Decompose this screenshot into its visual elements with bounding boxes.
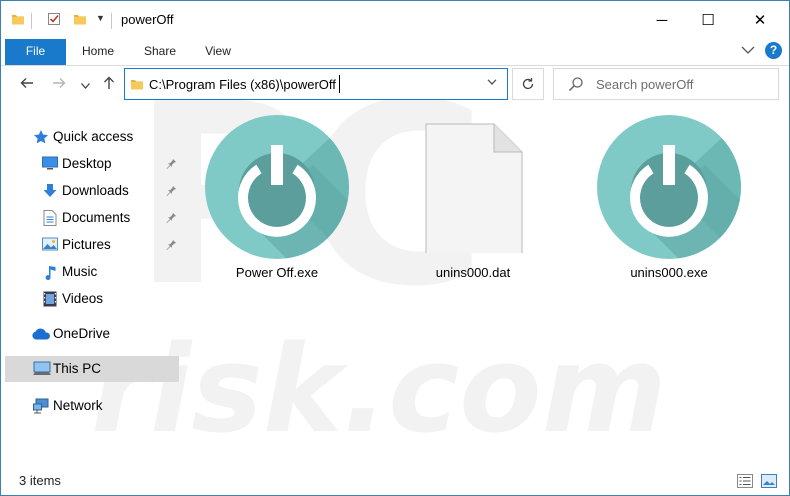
forward-button[interactable] <box>47 74 71 98</box>
chevron-down-icon <box>80 83 90 89</box>
help-button[interactable]: ? <box>765 42 782 59</box>
minimize-button[interactable]: ─ <box>639 1 685 39</box>
recent-locations-button[interactable] <box>77 74 93 98</box>
nav-label: Pictures <box>62 237 111 252</box>
nav-item-onedrive[interactable]: OneDrive <box>5 322 179 346</box>
tab-file[interactable]: File <box>5 39 66 65</box>
item-count: 3 items <box>19 473 61 488</box>
back-arrow-icon <box>20 78 33 88</box>
tab-share[interactable]: Share <box>133 39 187 65</box>
file-item-power-off-exe[interactable]: Power Off.exe <box>202 115 352 285</box>
blank-file-icon <box>425 123 523 253</box>
expand-ribbon-icon[interactable] <box>741 43 755 58</box>
large-icons-view-icon[interactable] <box>761 474 777 488</box>
text-caret <box>339 75 340 93</box>
nav-item-this-pc[interactable]: This PC <box>5 356 179 382</box>
music-icon <box>44 264 58 283</box>
address-dropdown-icon[interactable] <box>487 76 497 88</box>
computer-icon <box>33 361 51 379</box>
title-bar: ▼ powerOff ─ ☐ ✕ <box>1 1 789 39</box>
nav-item-quick-access[interactable]: Quick access <box>5 125 179 149</box>
pin-icon[interactable] <box>165 157 177 172</box>
folder-icon <box>11 12 25 29</box>
search-icon <box>568 76 584 95</box>
document-icon <box>43 210 57 229</box>
search-box[interactable] <box>553 68 779 100</box>
refresh-button[interactable] <box>512 68 544 100</box>
title-separator <box>111 13 112 29</box>
explorer-window: PC risk.com ▼ powerOff ─ ☐ ✕ File Home S… <box>0 0 790 496</box>
new-folder-icon[interactable] <box>73 12 87 29</box>
file-name: unins000.dat <box>435 265 511 280</box>
pictures-icon <box>42 237 58 254</box>
search-input[interactable] <box>596 75 766 93</box>
forward-arrow-icon <box>53 78 66 88</box>
back-button[interactable] <box>15 74 39 98</box>
nav-item-documents[interactable]: Documents <box>5 206 179 230</box>
nav-label: OneDrive <box>53 326 111 341</box>
ribbon-tabs: File Home Share View ? <box>1 39 789 66</box>
nav-item-downloads[interactable]: Downloads <box>5 179 179 203</box>
nav-label: Documents <box>62 210 131 225</box>
refresh-icon <box>522 78 534 90</box>
pin-icon[interactable] <box>165 184 177 199</box>
nav-label: Music <box>62 264 98 279</box>
up-arrow-icon <box>104 76 114 89</box>
power-icon <box>597 115 741 259</box>
file-item-unins000-exe[interactable]: unins000.exe <box>594 115 744 285</box>
video-icon <box>43 291 57 310</box>
nav-label: Videos <box>62 291 104 306</box>
file-item-unins000-dat[interactable]: unins000.dat <box>398 115 548 285</box>
folder-icon <box>130 77 144 94</box>
desktop-icon <box>42 156 58 173</box>
nav-item-desktop[interactable]: Desktop <box>5 152 179 176</box>
details-view-icon[interactable] <box>737 474 753 488</box>
nav-label: This PC <box>53 361 102 376</box>
download-icon <box>42 183 58 202</box>
nav-item-videos[interactable]: Videos <box>5 287 179 311</box>
maximize-button[interactable]: ☐ <box>685 1 731 39</box>
cloud-icon <box>31 328 51 343</box>
address-bar[interactable]: C:\Program Files (x86)\powerOff <box>124 68 508 100</box>
power-icon <box>205 115 349 259</box>
nav-label: Quick access <box>53 129 134 144</box>
nav-label: Downloads <box>62 183 129 198</box>
window-title: powerOff <box>121 12 174 27</box>
pin-icon[interactable] <box>165 238 177 253</box>
status-bar: 3 items <box>1 469 789 495</box>
nav-item-network[interactable]: Network <box>5 394 179 418</box>
nav-label: Network <box>53 398 103 413</box>
tab-view[interactable]: View <box>195 39 241 65</box>
customize-chevron-icon[interactable]: ▼ <box>96 13 105 23</box>
pin-icon[interactable] <box>165 211 177 226</box>
properties-icon[interactable] <box>47 12 61 29</box>
file-list: Power Off.exe unins000.dat unins000.exe <box>181 109 789 469</box>
file-name: Power Off.exe <box>235 265 319 280</box>
navigation-pane: Quick access Desktop Downloads Documents… <box>1 109 181 469</box>
address-path[interactable]: C:\Program Files (x86)\powerOff <box>149 77 336 92</box>
nav-item-pictures[interactable]: Pictures <box>5 233 179 257</box>
network-icon <box>33 398 50 417</box>
nav-label: Desktop <box>62 156 112 171</box>
nav-item-music[interactable]: Music <box>5 260 179 284</box>
tab-home[interactable]: Home <box>73 39 123 65</box>
title-separator <box>31 13 32 29</box>
close-button[interactable]: ✕ <box>737 1 783 39</box>
up-button[interactable] <box>99 74 119 98</box>
star-icon <box>33 129 49 148</box>
file-name: unins000.exe <box>630 265 708 280</box>
